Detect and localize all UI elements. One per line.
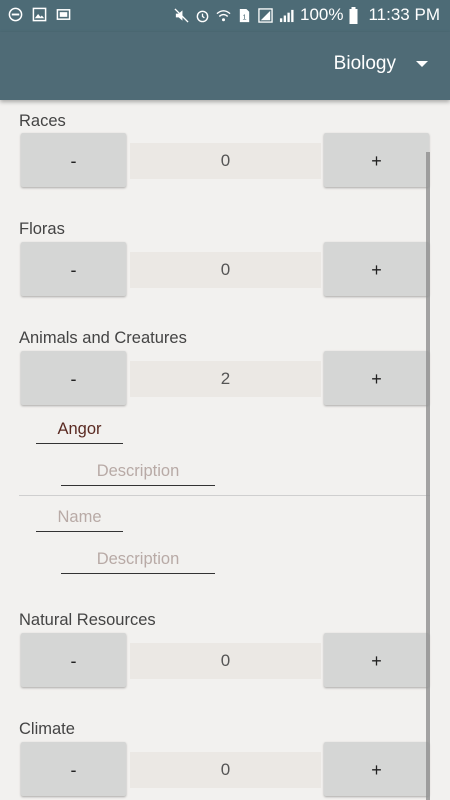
mute-icon [174, 7, 189, 23]
floras-increment-button[interactable]: + [324, 242, 429, 296]
battery-percent: 100% [300, 5, 344, 24]
natural-resources-increment-button[interactable]: + [324, 633, 429, 687]
scrollbar[interactable] [426, 152, 430, 800]
animals-count: 2 [130, 361, 321, 397]
dropdown-arrow-icon [416, 61, 428, 67]
races-increment-button[interactable]: + [324, 133, 429, 187]
section-label-races: Races [19, 112, 66, 130]
animal-name-field[interactable]: Angor [36, 415, 123, 444]
section-label-natural-resources: Natural Resources [19, 611, 156, 629]
gallery-icon [32, 7, 47, 22]
section-floras: Floras - 0 + [0, 209, 450, 309]
system-icons: 1 100% 11:33 PM [174, 5, 440, 25]
battery-icon [349, 6, 358, 24]
entry-divider [19, 495, 430, 496]
status-bar: 1 100% 11:33 PM [0, 0, 450, 32]
wifi-icon [216, 9, 231, 21]
climate-count: 0 [130, 752, 321, 788]
alarm-icon [196, 10, 209, 22]
section-label-floras: Floras [19, 220, 65, 238]
notification-icons [8, 7, 71, 22]
do-not-disturb-icon [8, 7, 23, 22]
animals-decrement-button[interactable]: - [21, 351, 126, 405]
content-scroll-area[interactable]: Races - 0 + Floras - 0 + Animals and Cre… [0, 100, 450, 800]
animal-description-field[interactable]: Description [61, 545, 215, 574]
climate-decrement-button[interactable]: - [21, 742, 126, 796]
section-races: Races - 0 + [0, 100, 450, 200]
category-spinner-value: Biology [333, 53, 396, 74]
floras-decrement-button[interactable]: - [21, 242, 126, 296]
climate-increment-button[interactable]: + [324, 742, 429, 796]
floras-count: 0 [130, 252, 321, 288]
animals-increment-button[interactable]: + [324, 351, 429, 405]
animal-entry: Angor Description [0, 415, 450, 495]
animal-name-field[interactable]: Name [36, 503, 123, 532]
clock: 11:33 PM [368, 5, 440, 24]
animal-description-field[interactable]: Description [61, 457, 215, 486]
app-bar: Biology [0, 32, 450, 100]
section-natural-resources: Natural Resources - 0 + [0, 600, 450, 700]
natural-resources-decrement-button[interactable]: - [21, 633, 126, 687]
animal-entry: Name Description [0, 503, 450, 583]
signal-bars-icon [279, 9, 294, 22]
category-spinner[interactable]: Biology [334, 53, 428, 75]
section-label-animals: Animals and Creatures [19, 329, 187, 347]
races-count: 0 [130, 143, 321, 179]
sim-card-icon: 1 [239, 8, 250, 22]
screenshot-icon [56, 9, 71, 20]
section-climate: Climate - 0 + [0, 709, 450, 800]
section-label-climate: Climate [19, 720, 75, 738]
races-decrement-button[interactable]: - [21, 133, 126, 187]
natural-resources-count: 0 [130, 643, 321, 679]
svg-text:1: 1 [242, 12, 246, 21]
section-animals: Animals and Creatures - 2 + [0, 318, 450, 418]
signal-icon [258, 7, 273, 23]
